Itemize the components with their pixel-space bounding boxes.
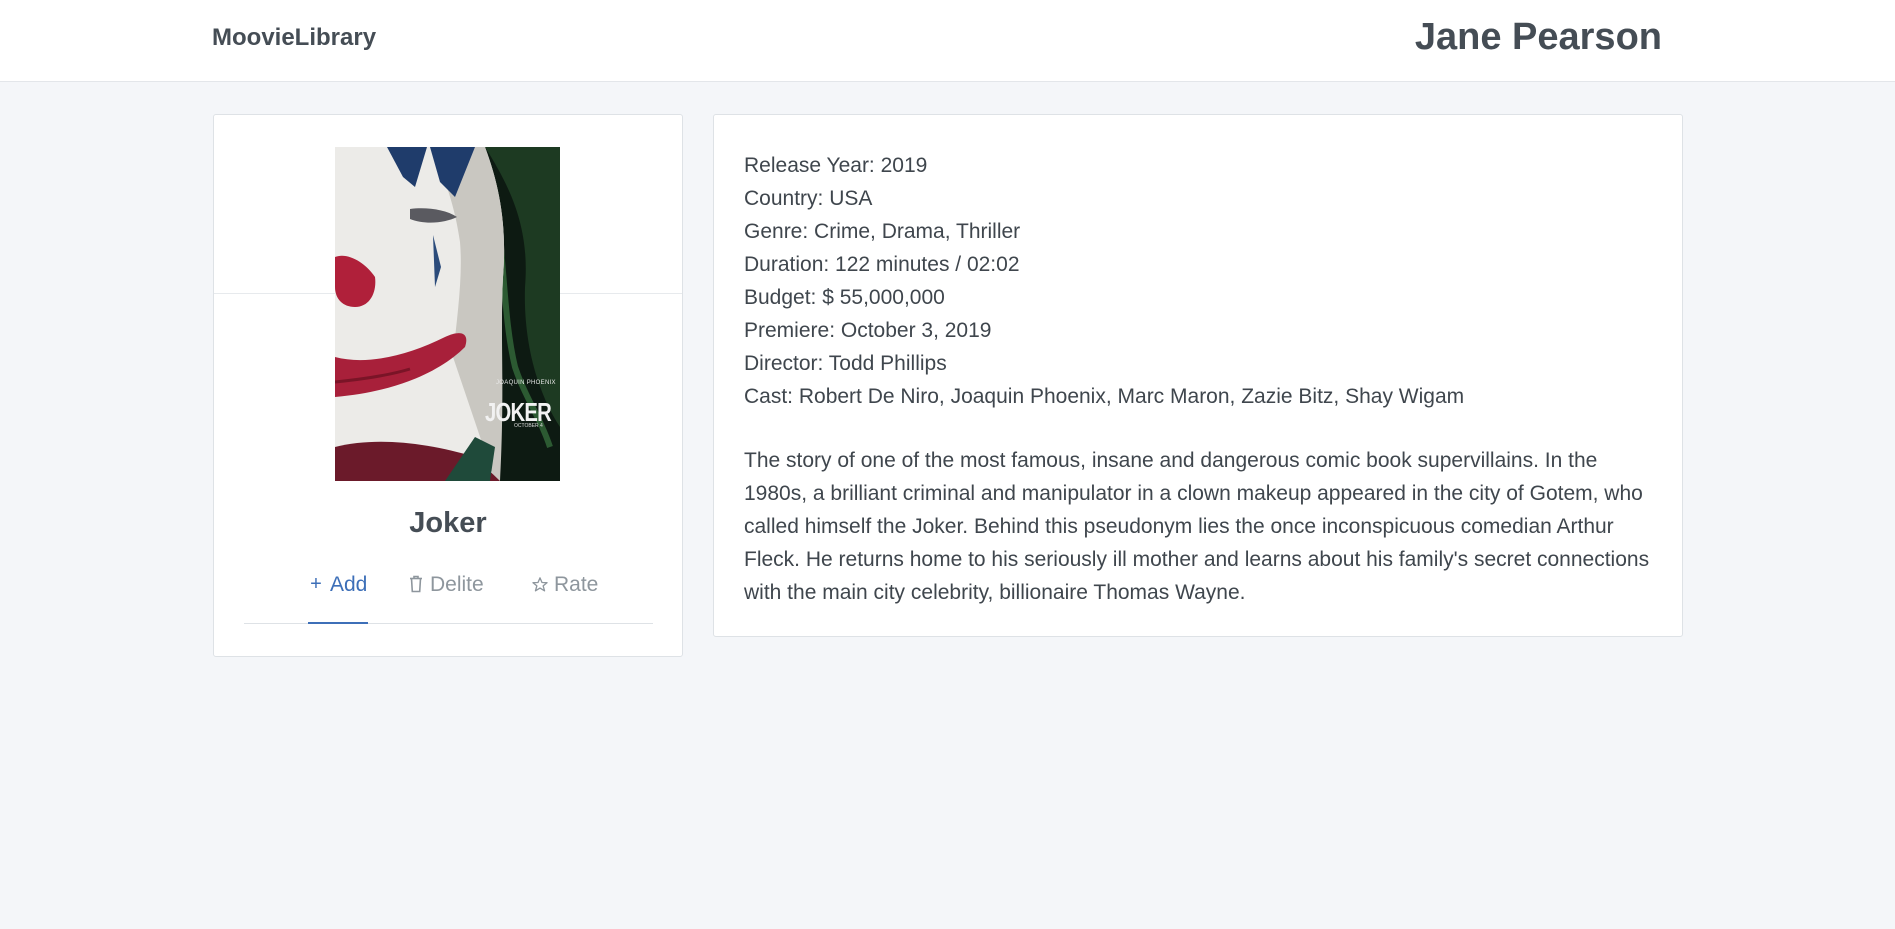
genre: Genre: Crime, Drama, Thriller [744, 220, 1021, 243]
plus-icon: + [310, 573, 322, 595]
add-button-label: Add [330, 573, 368, 596]
movie-poster-image: JOAQUIN PHOENIX JOKER OCTOBER 4 [335, 147, 560, 481]
movie-description: The story of one of the most famous, ins… [744, 449, 1650, 604]
release-year: Release Year: 2019 [744, 154, 928, 177]
delete-button[interactable]: Delite [408, 573, 484, 623]
star-icon [532, 573, 548, 595]
movie-title: Joker [409, 507, 487, 539]
add-button[interactable]: + Add [308, 573, 368, 624]
country: Country: USA [744, 187, 873, 210]
user-name[interactable]: Jane Pearson [1415, 16, 1662, 59]
movie-facts-list: Release Year: 2019 Country: USA Genre: C… [744, 149, 1464, 413]
brand-logo[interactable]: MoovieLibrary [212, 24, 376, 52]
rate-button-label: Rate [554, 573, 599, 596]
movie-poster-card: JOAQUIN PHOENIX JOKER OCTOBER 4 Joker + … [213, 114, 683, 657]
duration: Duration: 122 minutes / 02:02 [744, 253, 1020, 276]
poster-actor-text: JOAQUIN PHOENIX [496, 380, 556, 386]
budget: Budget: $ 55,000,000 [744, 286, 945, 309]
movie-info-card: Release Year: 2019 Country: USA Genre: C… [713, 114, 1683, 637]
poster-date-text: OCTOBER 4 [514, 423, 543, 429]
premiere: Premiere: October 3, 2019 [744, 319, 992, 342]
trash-icon [408, 573, 424, 595]
cast: Cast: Robert De Niro, Joaquin Phoenix, M… [744, 385, 1465, 408]
top-navbar: MoovieLibrary Jane Pearson [0, 0, 1895, 82]
delete-button-label: Delite [430, 573, 484, 596]
movie-action-tabs: + Add Delite Rate [244, 573, 653, 624]
director: Director: Todd Phillips [744, 352, 947, 375]
rate-button[interactable]: Rate [532, 573, 598, 623]
